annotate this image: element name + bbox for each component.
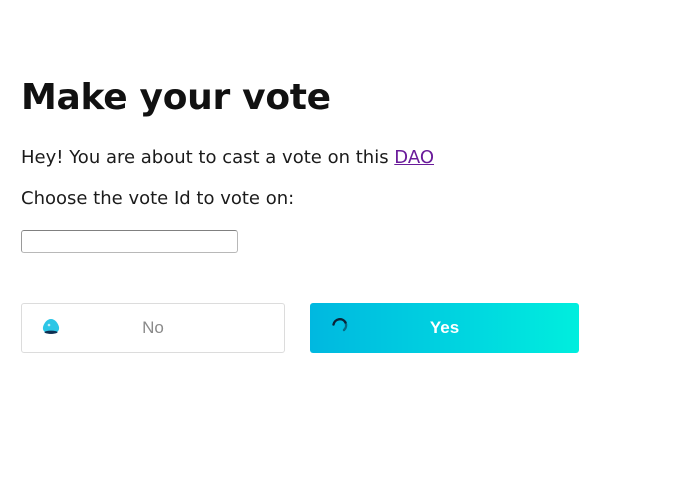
page-title: Make your vote bbox=[21, 77, 331, 118]
vote-yes-button[interactable]: Yes bbox=[310, 303, 579, 353]
vote-id-input[interactable] bbox=[21, 230, 238, 253]
vote-no-label: No bbox=[142, 318, 164, 337]
dao-link[interactable]: DAO bbox=[394, 147, 434, 168]
vote-yes-label: Yes bbox=[429, 318, 460, 337]
loading-spinner-icon bbox=[330, 316, 352, 338]
intro-text: Hey! You are about to cast a vote on thi… bbox=[21, 145, 434, 171]
intro-text-label: Hey! You are about to cast a vote on thi… bbox=[21, 147, 395, 168]
vote-no-button[interactable]: No bbox=[21, 303, 285, 353]
vote-id-prompt: Choose the vote Id to vote on: bbox=[21, 188, 295, 209]
aragon-logo-icon bbox=[40, 316, 62, 338]
